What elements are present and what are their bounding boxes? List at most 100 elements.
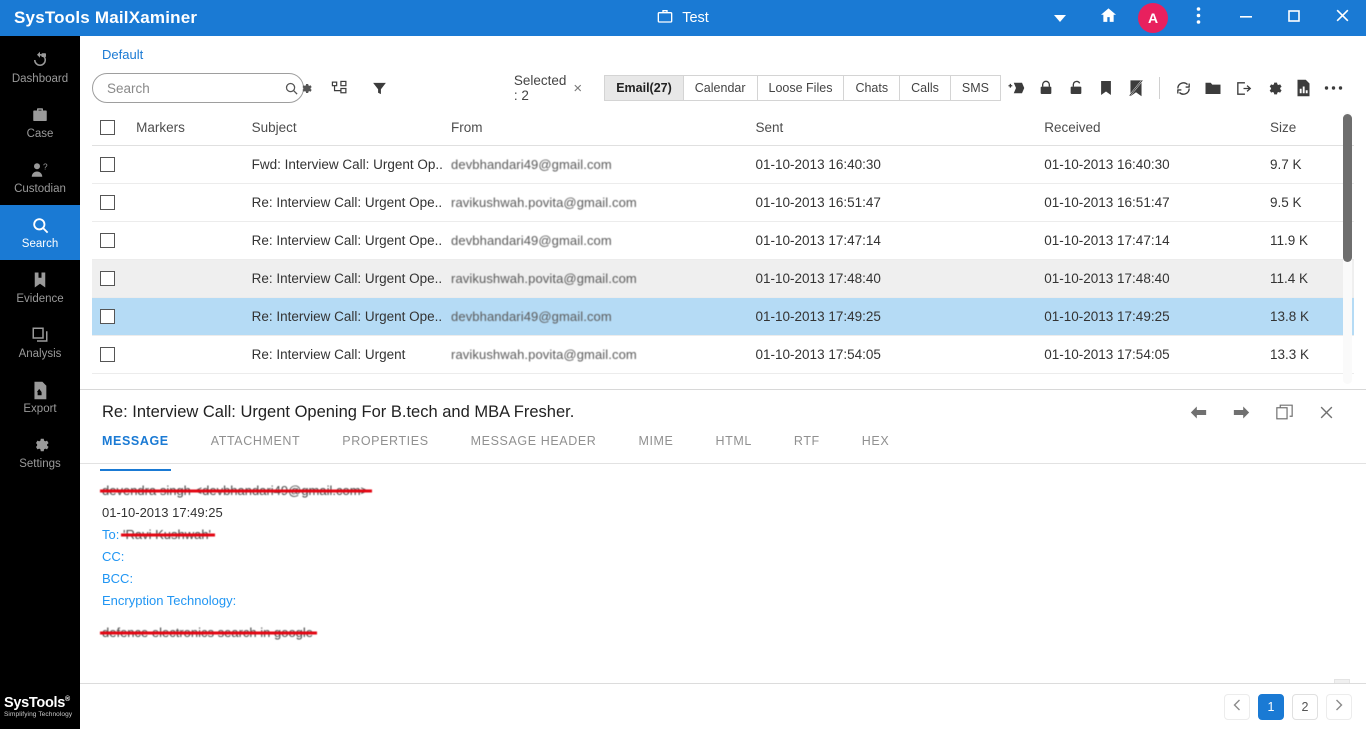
tab-loose-files[interactable]: Loose Files: [757, 75, 845, 101]
detail-tab-hex[interactable]: HEX: [862, 434, 890, 463]
sidebar-item-export[interactable]: Export: [0, 370, 80, 425]
minimize-button[interactable]: [1222, 0, 1270, 36]
pagination-next-button[interactable]: [1326, 693, 1352, 720]
row-checkbox[interactable]: [100, 347, 115, 362]
filter-funnel-icon[interactable]: [370, 71, 388, 105]
home-button[interactable]: [1084, 0, 1132, 36]
detail-tab-mime[interactable]: MIME: [638, 434, 673, 463]
search-settings-gear-icon[interactable]: [299, 82, 312, 95]
detail-tab-properties[interactable]: PROPERTIES: [342, 434, 428, 463]
detail-tab-html[interactable]: HTML: [715, 434, 751, 463]
window-controls: A: [1036, 0, 1366, 36]
select-all-checkbox[interactable]: [100, 120, 115, 135]
column-received[interactable]: Received: [1044, 112, 1270, 146]
sidebar-item-search[interactable]: Search: [0, 205, 80, 260]
detail-tab-rtf[interactable]: RTF: [794, 434, 820, 463]
gear-icon: [31, 435, 49, 455]
chevron-down-icon: [1054, 14, 1066, 22]
avatar[interactable]: A: [1138, 3, 1168, 33]
company-logo: SysTools® Simplifying Technology: [0, 683, 80, 729]
email-list-scrollbar[interactable]: [1343, 112, 1352, 384]
clear-selection-icon[interactable]: ×: [573, 80, 582, 97]
lock-closed-icon[interactable]: [1031, 71, 1061, 105]
tab-calendar[interactable]: Calendar: [683, 75, 758, 101]
gear-icon[interactable]: [1258, 71, 1288, 105]
next-arrow-icon[interactable]: [1233, 405, 1250, 420]
row-received: 01-10-2013 16:51:47: [1044, 183, 1270, 222]
table-row[interactable]: Re: Interview Call: Urgent ravikushwah.p…: [92, 335, 1354, 374]
refresh-icon[interactable]: [1168, 71, 1198, 105]
detail-tab-message-header[interactable]: MESSAGE HEADER: [471, 434, 597, 463]
column-subject[interactable]: Subject: [251, 112, 452, 146]
row-checkbox[interactable]: [100, 157, 115, 172]
home-icon: [1099, 6, 1118, 30]
column-size[interactable]: Size: [1269, 112, 1354, 146]
sidebar-item-custodian[interactable]: ? Custodian: [0, 150, 80, 205]
pagination-previous-button[interactable]: [1224, 693, 1250, 720]
sidebar-label-search: Search: [21, 238, 59, 250]
table-row[interactable]: Re: Interview Call: Urgent Ope.. devbhan…: [92, 221, 1354, 260]
more-horizontal-icon[interactable]: [1318, 71, 1348, 105]
case-dropdown-button[interactable]: [1036, 0, 1084, 36]
row-from-value: devbhandari49@gmail.com: [451, 309, 612, 324]
table-row[interactable]: Re: Interview Call: Urgent Ope.. ravikus…: [92, 259, 1354, 298]
detail-tab-message[interactable]: MESSAGE: [100, 434, 171, 471]
previous-arrow-icon[interactable]: [1190, 405, 1207, 420]
column-sent[interactable]: Sent: [755, 112, 1045, 146]
folder-icon[interactable]: [1198, 71, 1228, 105]
person-question-icon: ?: [30, 160, 50, 180]
close-icon[interactable]: [1319, 405, 1334, 420]
sidebar-label-custodian: Custodian: [14, 183, 66, 195]
export-icon[interactable]: [1228, 71, 1258, 105]
sidebar-item-settings[interactable]: Settings: [0, 425, 80, 480]
tab-email[interactable]: Email(27): [604, 75, 684, 101]
column-markers[interactable]: Markers: [136, 112, 252, 146]
maximize-button[interactable]: [1270, 0, 1318, 36]
row-checkbox[interactable]: [100, 233, 115, 248]
message-detail-tabs: MESSAGE ATTACHMENT PROPERTIES MESSAGE HE…: [80, 434, 1366, 471]
bookmark-off-icon[interactable]: [1121, 71, 1151, 105]
tab-sms[interactable]: SMS: [950, 75, 1001, 101]
bookmark-icon[interactable]: [1091, 71, 1121, 105]
row-checkbox[interactable]: [100, 309, 115, 324]
table-row[interactable]: Re: Interview Call: Urgent Ope.. ravikus…: [92, 183, 1354, 222]
sidebar-item-evidence[interactable]: Evidence: [0, 260, 80, 315]
table-row[interactable]: Fwd: Interview Call: Urgent Op.. devbhan…: [92, 145, 1354, 184]
popout-window-icon[interactable]: [1276, 404, 1293, 420]
row-sent: 01-10-2013 16:40:30: [755, 145, 1045, 184]
search-icon: [31, 215, 50, 235]
row-checkbox[interactable]: [100, 271, 115, 286]
search-icon[interactable]: [284, 81, 299, 96]
kebab-menu-button[interactable]: [1174, 0, 1222, 36]
breadcrumb-default-link[interactable]: Default: [102, 47, 143, 62]
pagination-page-1[interactable]: 1: [1258, 693, 1284, 720]
row-checkbox-cell: [92, 259, 137, 298]
detail-tab-attachment[interactable]: ATTACHMENT: [211, 434, 301, 463]
briefcase-icon: [31, 105, 49, 125]
tree-view-icon[interactable]: [330, 71, 348, 105]
row-checkbox-cell: [92, 145, 137, 184]
search-box[interactable]: [92, 73, 312, 103]
scrollbar-thumb[interactable]: [1343, 114, 1352, 262]
close-button[interactable]: [1318, 0, 1366, 36]
tag-add-icon[interactable]: [1001, 71, 1031, 105]
sidebar-item-dashboard[interactable]: Dashboard: [0, 40, 80, 95]
search-input[interactable]: [107, 80, 284, 96]
row-received: 01-10-2013 16:40:30: [1044, 145, 1270, 184]
case-name: Test: [682, 10, 709, 26]
table-row[interactable]: Re: Interview Call: Urgent Ope.. devbhan…: [92, 297, 1354, 336]
pagination-page-2[interactable]: 2: [1292, 693, 1318, 720]
row-checkbox[interactable]: [100, 195, 115, 210]
lock-open-icon[interactable]: [1061, 71, 1091, 105]
close-icon: [1335, 8, 1350, 28]
tab-chats[interactable]: Chats: [844, 75, 901, 101]
row-from: ravikushwah.povita@gmail.com: [451, 259, 756, 298]
report-chart-icon[interactable]: [1288, 71, 1318, 105]
row-markers: [136, 221, 252, 260]
message-body: devendra singh <devbhandari49@gmail.com>…: [80, 464, 1366, 729]
sidebar-item-case[interactable]: Case: [0, 95, 80, 150]
sidebar-item-analysis[interactable]: Analysis: [0, 315, 80, 370]
column-from[interactable]: From: [451, 112, 756, 146]
message-body-text-line: defence electronics search in google: [102, 622, 1366, 644]
tab-calls[interactable]: Calls: [900, 75, 951, 101]
